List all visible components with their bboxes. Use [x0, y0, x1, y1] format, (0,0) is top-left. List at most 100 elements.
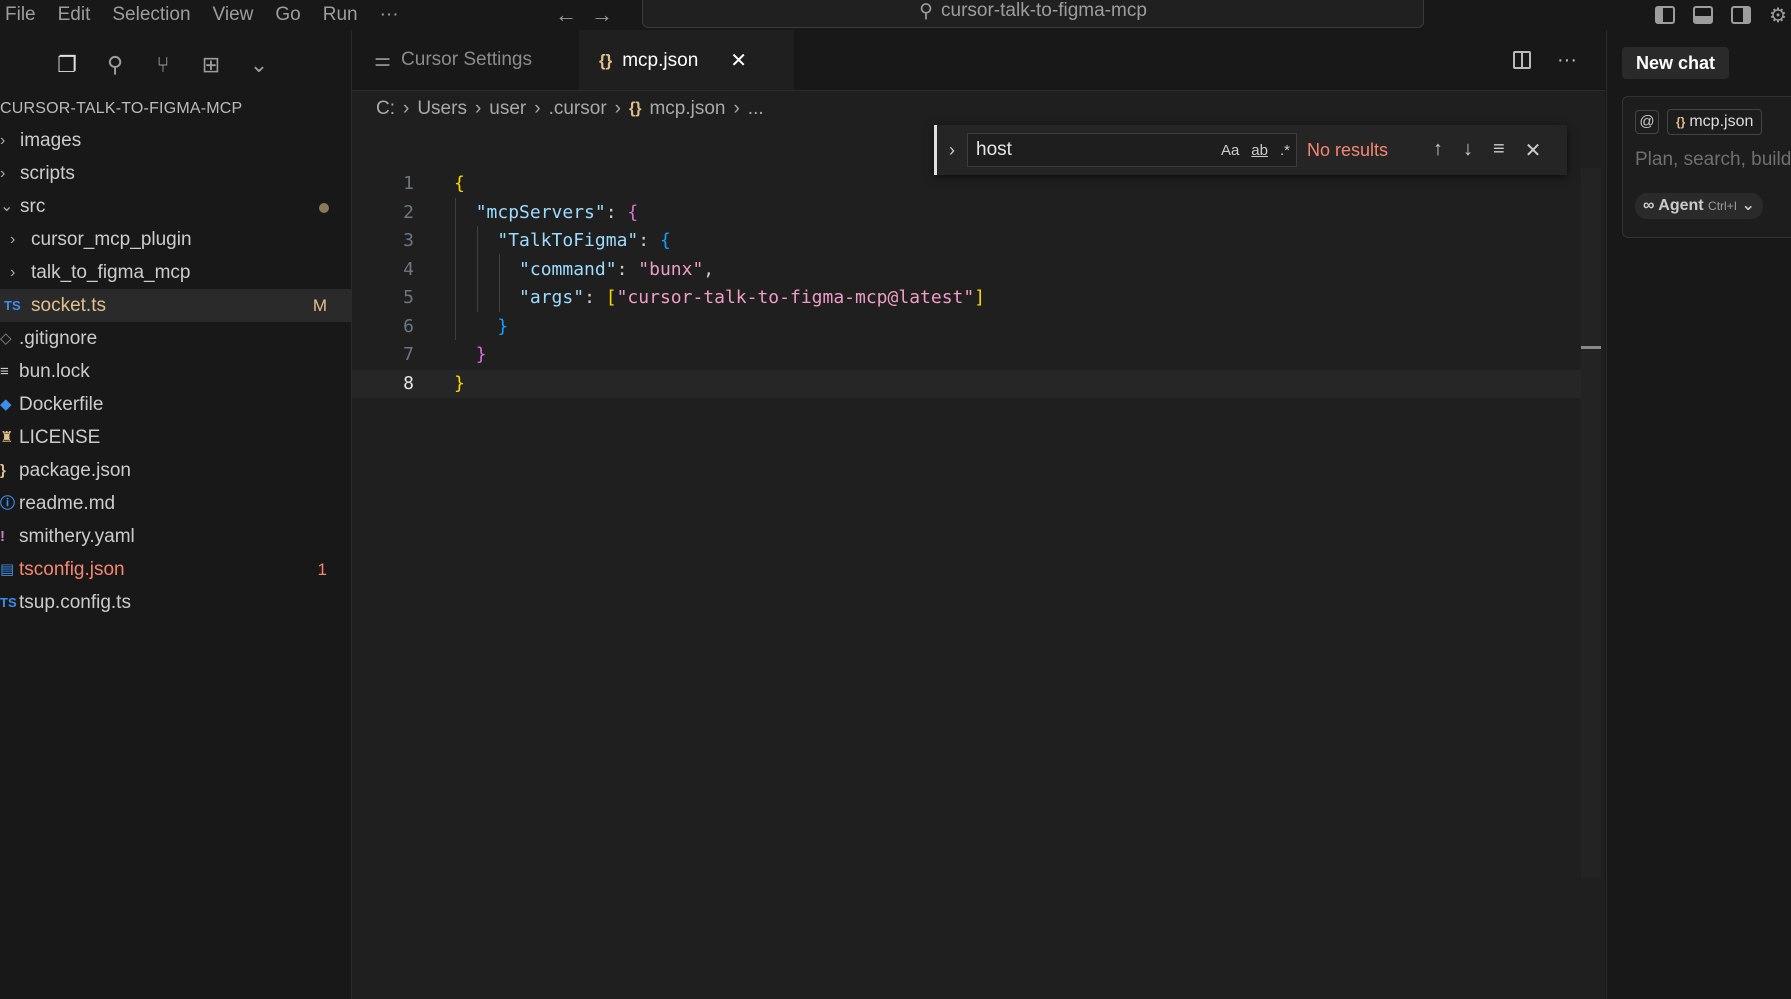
chat-placeholder[interactable]: Plan, search, build — [1635, 149, 1791, 171]
modified-dot — [319, 203, 329, 213]
breadcrumb-cursor[interactable]: .cursor — [549, 98, 607, 120]
code-line-current: 8 } — [352, 369, 1582, 398]
find-query: host — [976, 139, 1012, 160]
menu-bar: File Edit Selection View Go Run ··· — [0, 0, 410, 30]
toggle-panel-icon[interactable] — [1693, 6, 1714, 24]
typescript-icon: TS — [0, 595, 17, 610]
tab-mcp-json[interactable]: {} mcp.json ✕ — [579, 30, 794, 90]
file-tsup-config-ts[interactable]: TS tsup.config.ts — [0, 586, 351, 619]
chat-panel: New chat @ {} mcp.json Plan, search, buil… — [1606, 30, 1791, 999]
file-dockerfile[interactable]: ◆ Dockerfile — [0, 388, 351, 421]
match-whole-word-toggle[interactable]: ab — [1251, 142, 1268, 159]
file-readme-md[interactable]: ⓘ readme.md — [0, 487, 351, 520]
line-number: 3 — [403, 230, 414, 251]
chat-input-box[interactable]: @ {} mcp.json Plan, search, build ∞ Agent… — [1622, 96, 1791, 238]
breadcrumb-user[interactable]: user — [489, 98, 526, 120]
toggle-secondary-sidebar-icon[interactable] — [1731, 6, 1752, 24]
navigation-arrows: ← → — [555, 0, 613, 30]
menu-edit[interactable]: Edit — [47, 4, 102, 26]
file-bun-lock[interactable]: ≡ bun.lock — [0, 355, 351, 388]
forward-arrow-icon[interactable]: → — [591, 2, 613, 28]
new-chat-tab[interactable]: New chat — [1622, 47, 1730, 79]
code-editor[interactable]: 1 { 2 "mcpServers": { 3 "TalkToFigma": {… — [352, 170, 1582, 398]
file-license[interactable]: ♜ LICENSE — [0, 421, 351, 454]
chevron-right-icon: › — [10, 264, 16, 281]
chevron-down-icon[interactable]: ⌄ — [246, 52, 272, 78]
menu-go[interactable]: Go — [264, 4, 311, 26]
previous-match-arrow-up-icon[interactable]: ↑ — [1433, 138, 1443, 163]
toggle-replace-chevron-icon[interactable]: › — [937, 140, 967, 161]
regex-toggle[interactable]: .* — [1280, 142, 1290, 159]
json-braces-icon: {} — [1676, 115, 1686, 129]
line-number: 8 — [403, 372, 414, 394]
find-input[interactable]: host Aa ab .* — [967, 133, 1297, 167]
chevron-right-icon: › — [403, 98, 410, 119]
folder-scripts[interactable]: › scripts — [0, 157, 351, 190]
folder-cursor-mcp-plugin[interactable]: › cursor_mcp_plugin — [0, 223, 351, 256]
menu-file[interactable]: File — [0, 4, 47, 26]
code-line: 3 "TalkToFigma": { — [352, 227, 1582, 256]
editor-actions: ··· — [1513, 30, 1577, 90]
chevron-down-icon: ⌄ — [1741, 197, 1755, 214]
extensions-icon[interactable]: ⊞ — [198, 52, 224, 78]
settings-gear-icon[interactable]: ⚙ — [1769, 3, 1787, 28]
context-file-pill[interactable]: {} mcp.json — [1667, 109, 1763, 135]
context-pills: @ {} mcp.json — [1635, 109, 1763, 135]
find-widget: › host Aa ab .* No results ↑ ↓ ≡ ✕ — [934, 125, 1567, 175]
explorer-root-title[interactable]: CURSOR-TALK-TO-FIGMA-MCP — [0, 94, 351, 124]
settings-sliders-icon: ⚌ — [374, 49, 392, 71]
layout-controls: ⚙ — [1655, 0, 1791, 30]
git-icon: ◇ — [0, 330, 12, 347]
folder-talk-to-figma-mcp[interactable]: › talk_to_figma_mcp — [0, 256, 351, 289]
next-match-arrow-down-icon[interactable]: ↓ — [1463, 138, 1473, 163]
breadcrumb-symbols[interactable]: ... — [748, 98, 764, 120]
file-package-json[interactable]: } package.json — [0, 454, 351, 487]
back-arrow-icon[interactable]: ← — [555, 2, 577, 28]
command-center-search[interactable]: ⚲ cursor-talk-to-figma-mcp — [642, 0, 1424, 28]
match-case-toggle[interactable]: Aa — [1221, 142, 1239, 159]
agent-mode-selector[interactable]: ∞ Agent Ctrl+I ⌄ — [1635, 193, 1763, 219]
search-icon: ⚲ — [919, 0, 934, 22]
file-smithery-yaml[interactable]: ! smithery.yaml — [0, 520, 351, 553]
info-icon: ⓘ — [0, 495, 16, 512]
title-bar: File Edit Selection View Go Run ··· ← → … — [0, 0, 1791, 30]
close-icon[interactable]: ✕ — [1525, 138, 1542, 163]
json-braces-icon: } — [0, 462, 6, 479]
editor-scrollbar[interactable] — [1581, 168, 1601, 878]
file-tree: › images › scripts ⌄ src › cursor_mcp_plugin… — [0, 124, 351, 619]
tab-cursor-settings[interactable]: ⚌ Cursor Settings — [352, 30, 579, 90]
toggle-primary-sidebar-icon[interactable] — [1655, 6, 1676, 24]
add-context-at-button[interactable]: @ — [1635, 110, 1659, 134]
file-gitignore[interactable]: ◇ .gitignore — [0, 322, 351, 355]
find-in-selection-icon[interactable]: ≡ — [1493, 138, 1505, 163]
menu-selection[interactable]: Selection — [101, 4, 201, 26]
chevron-right-icon: › — [534, 98, 541, 119]
file-tsconfig-json[interactable]: ▤ tsconfig.json 1 — [0, 553, 351, 586]
typescript-icon: TS — [4, 298, 21, 313]
explorer-files-icon[interactable]: ❐ — [54, 52, 80, 78]
json-braces-icon: {} — [599, 50, 613, 70]
breadcrumb-file[interactable]: mcp.json — [649, 98, 725, 120]
file-socket-ts[interactable]: TS socket.ts M — [0, 289, 351, 322]
breadcrumb-users[interactable]: Users — [417, 98, 467, 120]
split-editor-icon[interactable] — [1513, 51, 1532, 69]
menu-view[interactable]: View — [202, 4, 265, 26]
code-line: 2 "mcpServers": { — [352, 199, 1582, 228]
infinity-icon: ∞ — [1643, 197, 1655, 214]
chevron-right-icon: › — [0, 132, 6, 149]
folder-images[interactable]: › images — [0, 124, 351, 157]
folder-src[interactable]: ⌄ src — [0, 190, 351, 223]
chevron-right-icon: › — [733, 98, 740, 119]
menu-run[interactable]: Run — [312, 4, 369, 26]
source-control-icon[interactable]: ⑂ — [150, 52, 176, 78]
json-braces-icon: {} — [628, 100, 642, 117]
more-actions-icon[interactable]: ··· — [1557, 49, 1577, 72]
line-number: 5 — [403, 287, 414, 308]
close-icon[interactable]: ✕ — [730, 48, 747, 73]
search-icon[interactable]: ⚲ — [102, 52, 128, 78]
chevron-right-icon: › — [0, 165, 6, 182]
activity-bar: ❐ ⚲ ⑂ ⊞ ⌄ — [0, 30, 351, 100]
menu-more[interactable]: ··· — [369, 4, 410, 26]
breadcrumb-drive[interactable]: C: — [376, 98, 395, 120]
tab-bar: ⚌ Cursor Settings {} mcp.json ✕ ··· — [352, 30, 1605, 91]
